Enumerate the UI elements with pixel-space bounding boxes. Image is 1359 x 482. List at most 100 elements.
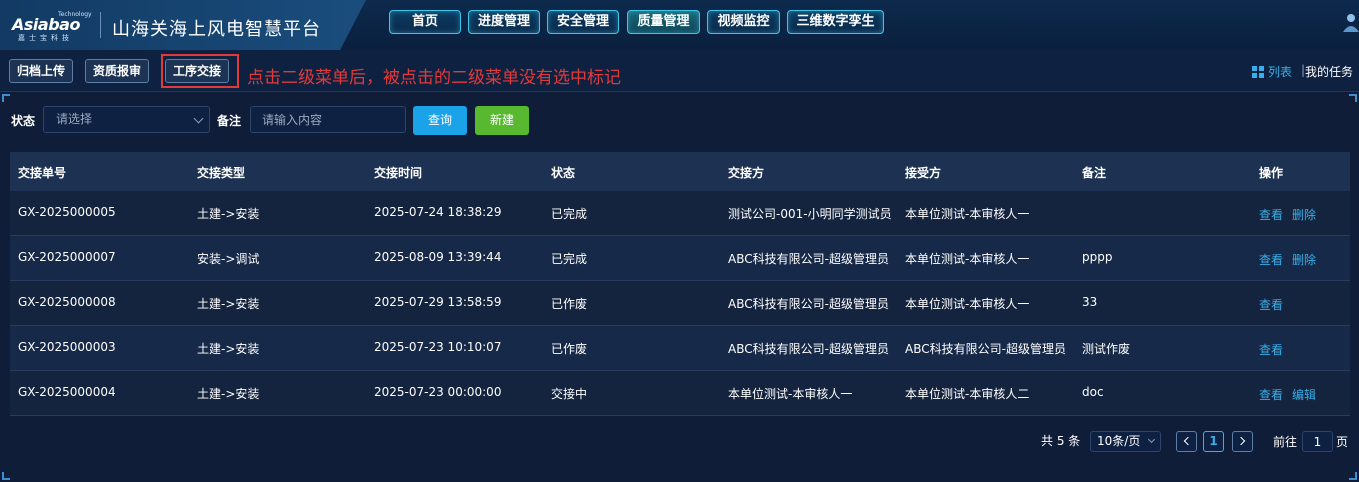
cell-type: 土建->安装 (197, 297, 260, 311)
cell-remark: doc (1082, 385, 1104, 399)
table-header: 交接单号 交接类型 交接时间 状态 交接方 接受方 备注 操作 (10, 152, 1350, 191)
submenu-qualification-review[interactable]: 资质报审 (85, 59, 150, 83)
cell-to: 本单位测试-本审核人二 (905, 387, 1030, 401)
cell-status: 已作废 (551, 297, 588, 311)
cell-id: GX-2025000008 (18, 295, 116, 309)
cell-remark: pppp (1082, 250, 1113, 264)
cell-time: 2025-07-24 18:38:29 (374, 205, 502, 219)
cell-status: 交接中 (551, 387, 588, 401)
goto-unit: 页 (1336, 435, 1349, 449)
cell-status: 已完成 (551, 207, 588, 221)
pagination-total: 共 5 条 (1041, 434, 1081, 448)
table-body: GX-2025000005 土建->安装 2025-07-24 18:38:29… (10, 191, 1350, 416)
cell-to: 本单位测试-本审核人一 (905, 207, 1030, 221)
cell-from: ABC科技有限公司-超级管理员 (728, 297, 889, 311)
panel-corner-tl (2, 94, 10, 102)
cell-status: 已作废 (551, 342, 588, 356)
view-link[interactable]: 查看 (1259, 296, 1283, 313)
view-link[interactable]: 查看 (1259, 251, 1283, 268)
cell-remark: 测试作废 (1082, 342, 1131, 356)
page-size-select[interactable]: 10条/页 (1090, 431, 1161, 452)
cell-time: 2025-08-09 13:39:44 (374, 250, 502, 264)
column-header-type: 交接类型 (197, 166, 246, 180)
page-size-value: 10条/页 (1097, 434, 1141, 448)
column-header-to: 接受方 (905, 166, 942, 180)
panel-corner-br (1349, 472, 1357, 480)
logo-divider (100, 12, 101, 38)
cell-type: 安装->调试 (197, 252, 260, 266)
status-select-placeholder: 请选择 (56, 112, 93, 126)
chevron-right-icon (1236, 436, 1246, 446)
cell-remark: 33 (1082, 295, 1098, 309)
view-link[interactable]: 查看 (1259, 386, 1283, 403)
delete-link[interactable]: 删除 (1292, 251, 1316, 268)
my-tasks-link[interactable]: 我的任务 (1305, 63, 1353, 80)
cell-type: 土建->安装 (197, 207, 260, 221)
cell-time: 2025-07-23 00:00:00 (374, 385, 502, 399)
table-row: GX-2025000007 安装->调试 2025-08-09 13:39:44… (10, 236, 1350, 281)
logo-subtitle: 嘉士宝科技 (18, 34, 73, 42)
list-view-link[interactable]: 列表 (1252, 63, 1292, 80)
cell-from: ABC科技有限公司-超级管理员 (728, 252, 889, 266)
table-row: GX-2025000003 土建->安装 2025-07-23 10:10:07… (10, 326, 1350, 371)
status-select[interactable]: 请选择 (43, 106, 210, 133)
cell-time: 2025-07-23 10:10:07 (374, 340, 502, 354)
view-link[interactable]: 查看 (1259, 206, 1283, 223)
cell-type: 土建->安装 (197, 342, 260, 356)
remark-input[interactable] (250, 106, 406, 133)
query-button[interactable]: 查询 (413, 106, 467, 135)
table-row: GX-2025000005 土建->安装 2025-07-24 18:38:29… (10, 191, 1350, 236)
company-logo: Technology Asiabao 嘉士宝科技 (12, 11, 92, 43)
nav-digital-twin[interactable]: 三维数字孪生 (787, 10, 884, 34)
submenu-archive-upload[interactable]: 归档上传 (9, 59, 74, 83)
status-filter-label: 状态 (11, 114, 36, 128)
column-header-actions: 操作 (1259, 166, 1284, 180)
logo-wordmark: Asiabao (12, 15, 80, 34)
top-header: Technology Asiabao 嘉士宝科技 山海关海上风电智慧平台 首页 … (0, 0, 1359, 50)
list-view-label: 列表 (1268, 65, 1293, 79)
site-title: 山海关海上风电智慧平台 (112, 19, 321, 40)
cell-id: GX-2025000007 (18, 250, 116, 264)
nav-quality[interactable]: 质量管理 (627, 10, 700, 34)
new-button[interactable]: 新建 (475, 106, 529, 135)
panel-corner-bl (2, 472, 10, 480)
user-icon[interactable] (1339, 12, 1359, 34)
cell-from: 测试公司-001-小明同学测试员 (728, 207, 892, 221)
next-page-button[interactable] (1232, 431, 1253, 452)
delete-link[interactable]: 删除 (1292, 206, 1316, 223)
cell-to: ABC科技有限公司-超级管理员 (905, 342, 1066, 356)
table-row: GX-2025000008 土建->安装 2025-07-29 13:58:59… (10, 281, 1350, 326)
cell-from: ABC科技有限公司-超级管理员 (728, 342, 889, 356)
chevron-down-icon (193, 113, 204, 124)
cell-id: GX-2025000005 (18, 205, 116, 219)
chevron-left-icon (1183, 436, 1193, 446)
nav-home[interactable]: 首页 (389, 10, 461, 34)
cell-type: 土建->安装 (197, 387, 260, 401)
goto-label: 前往 (1273, 435, 1298, 449)
nav-video[interactable]: 视频监控 (707, 10, 780, 34)
grid-icon (1252, 65, 1264, 78)
edit-link[interactable]: 编辑 (1292, 386, 1316, 403)
handover-table: 交接单号 交接类型 交接时间 状态 交接方 接受方 备注 操作 GX-20250… (10, 152, 1350, 416)
cell-to: 本单位测试-本审核人一 (905, 252, 1030, 266)
nav-safety[interactable]: 安全管理 (547, 10, 619, 34)
cell-from: 本单位测试-本审核人一 (728, 387, 853, 401)
prev-page-button[interactable] (1176, 431, 1197, 452)
table-row: GX-2025000004 土建->安装 2025-07-23 00:00:00… (10, 371, 1350, 416)
cell-to: 本单位测试-本审核人一 (905, 297, 1030, 311)
cell-status: 已完成 (551, 252, 588, 266)
remark-filter-label: 备注 (217, 114, 242, 128)
goto-page-input[interactable] (1302, 431, 1333, 452)
cell-id: GX-2025000004 (18, 385, 116, 399)
column-header-status: 状态 (551, 166, 576, 180)
column-header-id: 交接单号 (18, 166, 67, 180)
annotation-highlight-box (161, 54, 239, 88)
column-header-from: 交接方 (728, 166, 765, 180)
column-header-time: 交接时间 (374, 166, 423, 180)
chevron-down-icon (1147, 435, 1156, 444)
nav-progress[interactable]: 进度管理 (468, 10, 540, 34)
cell-time: 2025-07-29 13:58:59 (374, 295, 502, 309)
column-header-remark: 备注 (1082, 166, 1107, 180)
view-link[interactable]: 查看 (1259, 341, 1283, 358)
page-number-current[interactable]: 1 (1203, 431, 1224, 452)
